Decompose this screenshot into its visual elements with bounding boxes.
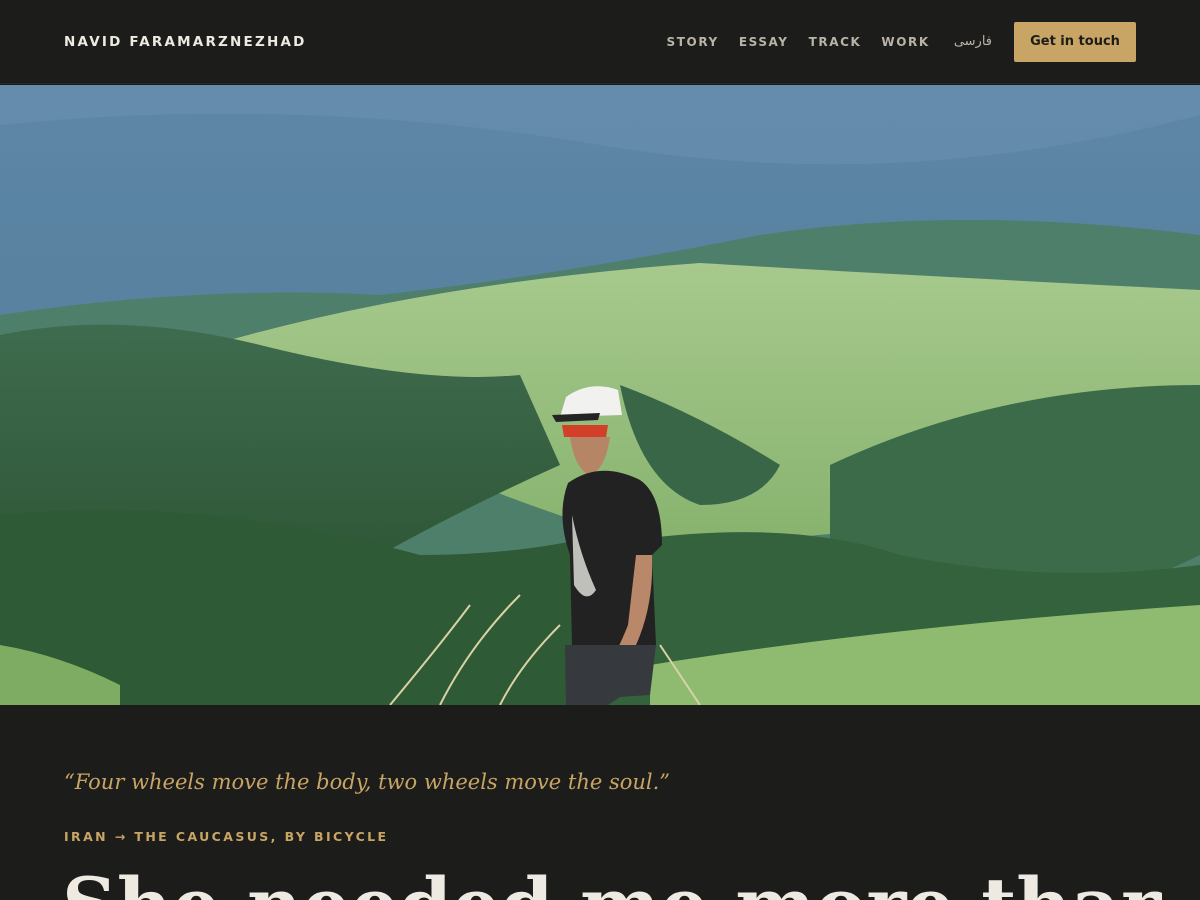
hero-photo [0, 85, 1200, 705]
nav-work[interactable]: WORK [881, 35, 929, 49]
nav-track[interactable]: TRACK [809, 35, 862, 49]
hero-quote: “Four wheels move the body, two wheels m… [64, 770, 671, 794]
nav-essay[interactable]: ESSAY [739, 35, 789, 49]
brand-name[interactable]: NAVID FARAMARZNEZHAD [64, 34, 307, 50]
main-nav: STORY ESSAY TRACK WORK فارسی [667, 34, 993, 49]
route-eyebrow: IRAN → THE CAUCASUS, BY BICYCLE [64, 829, 389, 844]
language-toggle[interactable]: فارسی [954, 34, 992, 49]
hero-landscape-illustration [0, 85, 1200, 705]
get-in-touch-button[interactable]: Get in touch [1014, 21, 1136, 62]
top-navigation-bar: NAVID FARAMARZNEZHAD STORY ESSAY TRACK W… [0, 0, 1200, 84]
nav-story[interactable]: STORY [667, 35, 719, 49]
story-headline: She needed me more than I needed her [62, 868, 1162, 900]
